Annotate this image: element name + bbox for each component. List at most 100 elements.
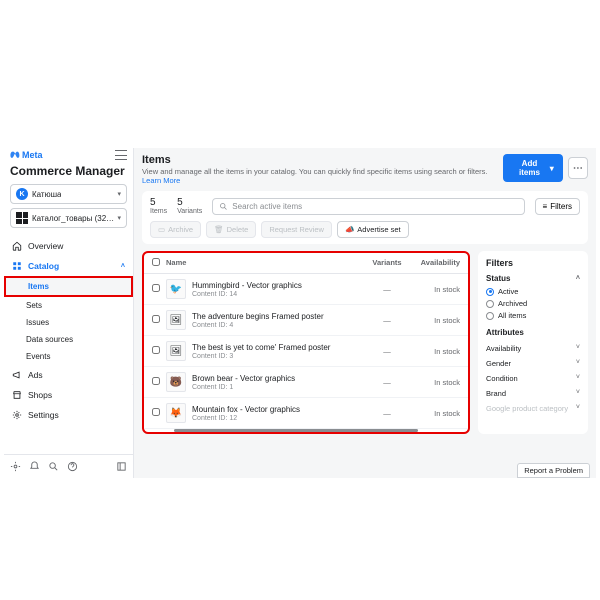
megaphone-icon bbox=[12, 370, 22, 380]
delete-button[interactable]: 🗑Delete bbox=[206, 221, 256, 238]
table-row[interactable]: 🐦 Hummingbird - Vector graphics Content … bbox=[144, 274, 468, 305]
more-button[interactable]: ⋯ bbox=[568, 157, 588, 179]
item-name: Brown bear - Vector graphics bbox=[192, 374, 364, 383]
item-availability: In stock bbox=[410, 316, 460, 325]
item-variants: — bbox=[364, 285, 410, 294]
row-checkbox[interactable] bbox=[152, 377, 160, 385]
item-variants: — bbox=[364, 378, 410, 387]
nav-items[interactable]: Items bbox=[4, 276, 133, 297]
item-name: The best is yet to come' Framed poster bbox=[192, 343, 364, 352]
archive-button[interactable]: ▭Archive bbox=[150, 221, 201, 238]
page-title: Items bbox=[142, 154, 503, 166]
chevron-down-icon: ▾ bbox=[117, 190, 121, 198]
scrollbar[interactable] bbox=[174, 429, 418, 432]
filters-title: Filters bbox=[486, 258, 580, 268]
advertise-set-button[interactable]: 📣Advertise set bbox=[337, 221, 409, 238]
help-icon[interactable] bbox=[67, 461, 78, 472]
item-content-id: Content ID: 4 bbox=[192, 322, 364, 329]
add-items-button[interactable]: Add items ▾ bbox=[503, 154, 563, 182]
shop-icon bbox=[12, 390, 22, 400]
chevron-down-icon: ▾ bbox=[117, 214, 121, 222]
item-thumbnail: 🐦 bbox=[166, 279, 186, 299]
collapse-icon[interactable] bbox=[116, 461, 127, 472]
attr-condition[interactable]: Condition˅ bbox=[486, 371, 580, 386]
megaphone-icon: 📣 bbox=[345, 225, 354, 234]
page-subtitle: View and manage all the items in your ca… bbox=[142, 167, 503, 185]
arrow-annotation: → bbox=[130, 374, 133, 390]
app-title: Commerce Manager bbox=[4, 162, 133, 182]
attr-availability[interactable]: Availability˅ bbox=[486, 341, 580, 356]
table-row[interactable]: 🐻 Brown bear - Vector graphics Content I… bbox=[144, 367, 468, 398]
avatar: K bbox=[16, 188, 28, 200]
nav-overview[interactable]: Overview bbox=[4, 236, 133, 256]
items-table: Name Variants Availability 🐦 Hummingbird… bbox=[142, 251, 470, 434]
bell-icon[interactable] bbox=[29, 461, 40, 472]
catalog-name: Каталог_товары (321993346... bbox=[32, 214, 117, 223]
toolbar: 5Items 5Variants Search active items ≡Fi… bbox=[142, 191, 588, 244]
item-content-id: Content ID: 1 bbox=[192, 384, 364, 391]
attr-gender[interactable]: Gender˅ bbox=[486, 356, 580, 371]
main-content: Items View and manage all the items in y… bbox=[134, 148, 596, 478]
item-content-id: Content ID: 3 bbox=[192, 353, 364, 360]
row-checkbox[interactable] bbox=[152, 315, 160, 323]
row-checkbox[interactable] bbox=[152, 346, 160, 354]
item-availability: In stock bbox=[410, 409, 460, 418]
report-problem-button[interactable]: Report a Problem bbox=[517, 463, 590, 478]
sidebar-footer bbox=[4, 454, 133, 478]
row-checkbox[interactable] bbox=[152, 408, 160, 416]
status-archived[interactable]: Archived bbox=[486, 299, 580, 308]
gear-icon[interactable] bbox=[10, 461, 21, 472]
item-name: Mountain fox - Vector graphics bbox=[192, 405, 364, 414]
item-content-id: Content ID: 12 bbox=[192, 415, 364, 422]
nav-issues[interactable]: Issues bbox=[4, 314, 133, 331]
trash-icon: 🗑 bbox=[214, 225, 224, 234]
item-name: Hummingbird - Vector graphics bbox=[192, 281, 364, 290]
meta-logo[interactable]: Meta bbox=[10, 150, 43, 160]
search-icon[interactable] bbox=[48, 461, 59, 472]
archive-icon: ▭ bbox=[158, 225, 165, 234]
gear-icon bbox=[12, 410, 22, 420]
row-checkbox[interactable] bbox=[152, 284, 160, 292]
item-variants: — bbox=[364, 316, 410, 325]
menu-icon[interactable] bbox=[115, 150, 127, 160]
learn-more-link[interactable]: Learn More bbox=[142, 176, 180, 185]
nav-catalog[interactable]: Catalog ˄ bbox=[4, 256, 133, 276]
search-input[interactable]: Search active items bbox=[212, 198, 524, 215]
brand-text: Meta bbox=[22, 150, 43, 160]
item-thumbnail: 🖼 bbox=[166, 341, 186, 361]
filters-button[interactable]: ≡Filters bbox=[535, 198, 580, 215]
request-review-button[interactable]: Request Review bbox=[261, 221, 332, 238]
attr-google-category[interactable]: Google product category˅ bbox=[486, 401, 580, 416]
table-row[interactable]: 🖼 The adventure begins Framed poster Con… bbox=[144, 305, 468, 336]
chevron-up-icon: ˄ bbox=[121, 263, 125, 270]
nav-shops[interactable]: Shops bbox=[4, 385, 133, 405]
search-icon bbox=[219, 202, 228, 211]
item-availability: In stock bbox=[410, 347, 460, 356]
status-all[interactable]: All items bbox=[486, 311, 580, 320]
account-selector[interactable]: K Катюша ▾ bbox=[10, 184, 127, 204]
item-thumbnail: 🐻 bbox=[166, 372, 186, 392]
item-content-id: Content ID: 14 bbox=[192, 291, 364, 298]
nav-events[interactable]: Events bbox=[4, 348, 133, 365]
item-variants: — bbox=[364, 347, 410, 356]
catalog-selector[interactable]: Каталог_товары (321993346... ▾ bbox=[10, 208, 127, 228]
status-section[interactable]: Status˄ bbox=[486, 274, 580, 283]
table-row[interactable]: 🖼 The best is yet to come' Framed poster… bbox=[144, 336, 468, 367]
nav-sets[interactable]: Sets bbox=[4, 297, 133, 314]
attributes-section: Attributes bbox=[486, 328, 580, 337]
home-icon bbox=[12, 241, 22, 251]
chevron-up-icon: ˄ bbox=[576, 275, 580, 282]
nav-settings[interactable]: Settings bbox=[4, 405, 133, 425]
attr-brand[interactable]: Brand˅ bbox=[486, 386, 580, 401]
stat-items: 5Items bbox=[150, 197, 167, 215]
table-row[interactable]: 🦊 Mountain fox - Vector graphics Content… bbox=[144, 398, 468, 429]
item-name: The adventure begins Framed poster bbox=[192, 312, 364, 321]
sidebar: Meta Commerce Manager K Катюша ▾ Каталог… bbox=[4, 148, 134, 478]
nav-data-sources[interactable]: Data sources bbox=[4, 331, 133, 348]
select-all-checkbox[interactable] bbox=[152, 258, 160, 266]
filter-icon: ≡ bbox=[543, 202, 548, 211]
status-active[interactable]: Active bbox=[486, 287, 580, 296]
catalog-icon bbox=[16, 212, 28, 224]
nav-ads[interactable]: Ads bbox=[4, 365, 133, 385]
item-availability: In stock bbox=[410, 378, 460, 387]
